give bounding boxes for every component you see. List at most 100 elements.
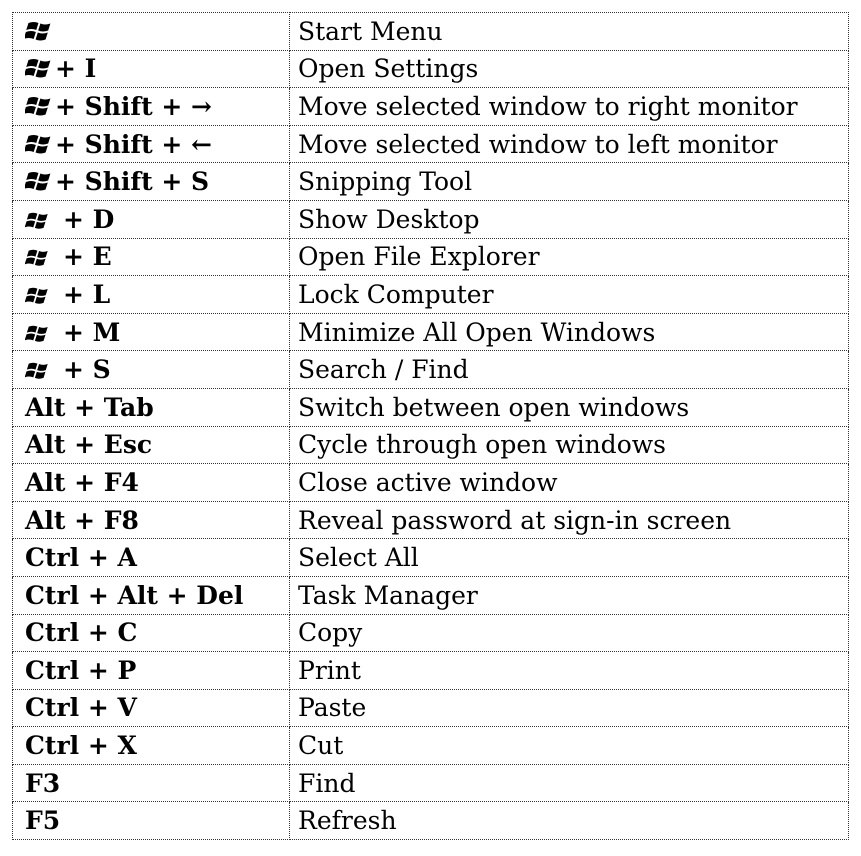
shortcut-action: Move selected window to right monitor [298,91,798,121]
windows-logo-icon [25,96,51,116]
shortcut-keys-cell: Ctrl + Alt + Del [12,575,290,615]
shortcut-action-cell: Find [289,763,849,803]
shortcut-keys-cell: + L [12,275,290,314]
shortcut-action: Copy [298,618,363,648]
table-row: + L Lock Computer [12,275,849,314]
shortcut-action: Minimize All Open Windows [298,317,656,347]
shortcut-action-cell: Open Settings [289,49,849,89]
shortcut-action-cell: Task Manager [289,575,849,615]
shortcut-keys: Ctrl + P [25,655,137,685]
shortcut-keys-cell: Ctrl + P [12,651,290,690]
shortcut-action: Snipping Tool [298,167,473,197]
table-row: Alt + Tab Switch between open windows [12,387,849,427]
table-row: Alt + Esc Cycle through open windows [12,425,849,465]
shortcut-keys: Alt + F8 [25,505,139,535]
shortcut-keys-cell: Ctrl + A [12,538,290,577]
shortcut-keys-cell: Ctrl + C [12,613,290,653]
shortcut-keys: Alt + Tab [25,392,154,422]
shortcut-action-cell: Minimize All Open Windows [289,312,849,352]
shortcut-keys: Ctrl + X [25,731,137,761]
shortcut-action-cell: Copy [289,613,849,653]
shortcut-keys: Ctrl + Alt + Del [25,580,244,610]
table-row: Ctrl + P Print [12,651,849,690]
shortcut-keys: Ctrl + V [25,693,137,723]
shortcut-action: Select All [298,543,419,573]
shortcut-action-cell: Move selected window to left monitor [289,124,849,164]
shortcut-keys: + Shift + S [55,167,210,197]
shortcut-action: Print [298,655,361,685]
shortcut-action-cell: Start Menu [289,12,849,51]
table-row: Alt + F8 Reveal password at sign-in scree… [12,500,849,540]
shortcut-action-cell: Open File Explorer [289,237,849,277]
shortcut-action-cell: Cut [289,726,849,765]
shortcut-action-cell: Snipping Tool [289,162,849,201]
shortcut-keys: + D [63,204,115,234]
windows-logo-icon [25,59,51,78]
shortcut-keys: + M [63,317,121,347]
table-row: Ctrl + Alt + Del Task Manager [12,575,849,615]
shortcut-table: Start Menu + I Open Settings + Shift + → Mov… [12,12,849,841]
shortcut-action: Search / Find [298,355,469,385]
windows-logo-icon [25,21,51,41]
shortcut-action: Switch between open windows [298,392,690,422]
shortcut-keys-cell: + I [12,49,290,89]
shortcut-action: Move selected window to left monitor [298,129,778,159]
shortcut-keys-cell [12,12,290,51]
shortcut-action-cell: Close active window [289,463,849,502]
table-row: + Shift + ← Move selected window to left … [12,124,849,164]
shortcut-keys-cell: Ctrl + V [12,688,290,728]
shortcut-keys: F5 [25,806,61,836]
shortcut-keys-cell: Ctrl + X [12,726,290,765]
windows-logo-icon [25,212,48,229]
shortcut-keys-cell: + M [12,312,290,352]
shortcut-action: Find [298,768,356,798]
shortcut-keys-cell: Alt + Tab [12,387,290,427]
shortcut-keys-cell: + Shift + → [12,87,290,126]
shortcut-keys: + Shift + ← [55,129,212,159]
shortcut-keys: Ctrl + A [25,543,137,573]
table-row: + D Show Desktop [12,199,849,239]
shortcut-keys-cell: Alt + F8 [12,500,290,540]
table-row: Ctrl + C Copy [12,613,849,653]
shortcut-action: Refresh [298,806,397,836]
table-row: Ctrl + X Cut [12,726,849,765]
shortcut-keys-cell: Alt + F4 [12,463,290,502]
shortcut-action-cell: Print [289,651,849,690]
shortcut-action: Cut [298,731,344,761]
windows-logo-icon [25,362,48,379]
shortcut-action-cell: Select All [289,538,849,577]
shortcut-keys-cell: F5 [12,801,290,841]
shortcut-keys: Ctrl + C [25,618,138,648]
shortcut-action: Reveal password at sign-in screen [298,505,732,535]
shortcut-action-cell: Paste [289,688,849,728]
shortcut-keys-cell: + E [12,237,290,277]
shortcut-action-cell: Show Desktop [289,199,849,239]
shortcut-action: Paste [298,693,367,723]
shortcut-keys: Alt + Esc [25,430,153,460]
shortcut-action-cell: Cycle through open windows [289,425,849,465]
shortcut-table-body: Start Menu + I Open Settings + Shift + → Mov… [12,12,849,841]
shortcut-keys-cell: + S [12,350,290,389]
shortcut-keys: + L [63,279,111,309]
shortcut-action-cell: Lock Computer [289,275,849,314]
windows-logo-icon [25,287,48,304]
table-row: Start Menu [12,12,849,51]
windows-logo-icon [25,250,48,267]
windows-logo-icon [25,325,48,342]
table-row: F3 Find [12,763,849,803]
shortcut-action: Open File Explorer [298,242,540,272]
shortcut-sheet: Start Menu + I Open Settings + Shift + → Mov… [12,12,849,841]
table-row: F5 Refresh [12,801,849,841]
shortcut-action-cell: Move selected window to right monitor [289,87,849,126]
shortcut-action-cell: Refresh [289,801,849,841]
table-row: + M Minimize All Open Windows [12,312,849,352]
shortcut-action-cell: Reveal password at sign-in screen [289,500,849,540]
shortcut-action: Task Manager [298,580,478,610]
shortcut-keys-cell: + Shift + S [12,162,290,201]
shortcut-keys-cell: F3 [12,763,290,803]
table-row: + I Open Settings [12,49,849,89]
table-row: Alt + F4 Close active window [12,463,849,502]
windows-logo-icon [25,134,51,154]
shortcut-keys: + S [63,355,111,385]
shortcut-action: Cycle through open windows [298,430,666,460]
